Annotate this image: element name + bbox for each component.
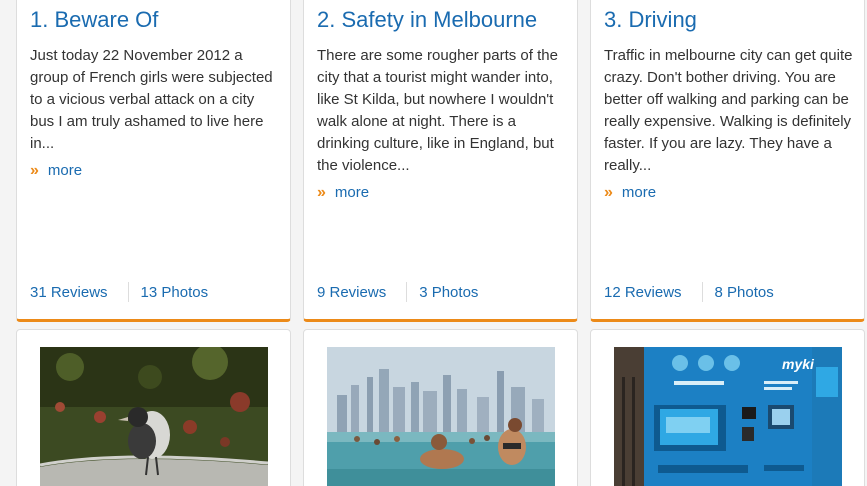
more-link-label: more [621,184,657,201]
myki-ticket-machine-photo[interactable]: myki [614,347,842,486]
more-link[interactable]: » more [604,184,656,201]
more-link-label: more [334,184,370,201]
card-excerpt: There are some rougher parts of the city… [317,47,558,174]
tip-card: 3. Driving Traffic in melbourne city can… [590,0,865,322]
photos-link[interactable]: 13 Photos [141,284,209,301]
more-link[interactable]: » more [30,162,82,179]
beach-city-skyline-photo[interactable] [327,347,555,486]
photo-card [16,329,291,486]
double-chevron-right-icon: » [317,183,326,201]
magpie-bird-photo[interactable] [40,347,268,486]
tip-card: 1. Beware Of Just today 22 November 2012… [16,0,291,322]
more-link-label: more [47,162,83,179]
reviews-link[interactable]: 12 Reviews [604,284,682,301]
card-title[interactable]: 2. Safety in Melbourne [317,7,537,33]
photos-link[interactable]: 8 Photos [715,284,774,301]
photo-card [303,329,578,486]
reviews-link[interactable]: 9 Reviews [317,284,386,301]
photo-card: myki [590,329,865,486]
card-title[interactable]: 1. Beware Of [30,7,158,33]
card-footer: 12 Reviews 8 Photos [604,282,774,302]
card-footer: 31 Reviews 13 Photos [30,282,208,302]
more-link[interactable]: » more [317,184,369,201]
footer-divider [701,282,703,302]
photos-link[interactable]: 3 Photos [419,284,478,301]
tip-card: 2. Safety in Melbourne There are some ro… [303,0,578,322]
card-excerpt: Traffic in melbourne city can get quite … [604,47,853,174]
footer-divider [406,282,408,302]
card-excerpt: Just today 22 November 2012 a group of F… [30,47,273,152]
reviews-link[interactable]: 31 Reviews [30,284,108,301]
footer-divider [127,282,129,302]
double-chevron-right-icon: » [604,183,613,201]
card-footer: 9 Reviews 3 Photos [317,282,478,302]
svg-text:myki: myki [782,356,815,372]
card-title[interactable]: 3. Driving [604,7,697,33]
double-chevron-right-icon: » [30,161,39,179]
